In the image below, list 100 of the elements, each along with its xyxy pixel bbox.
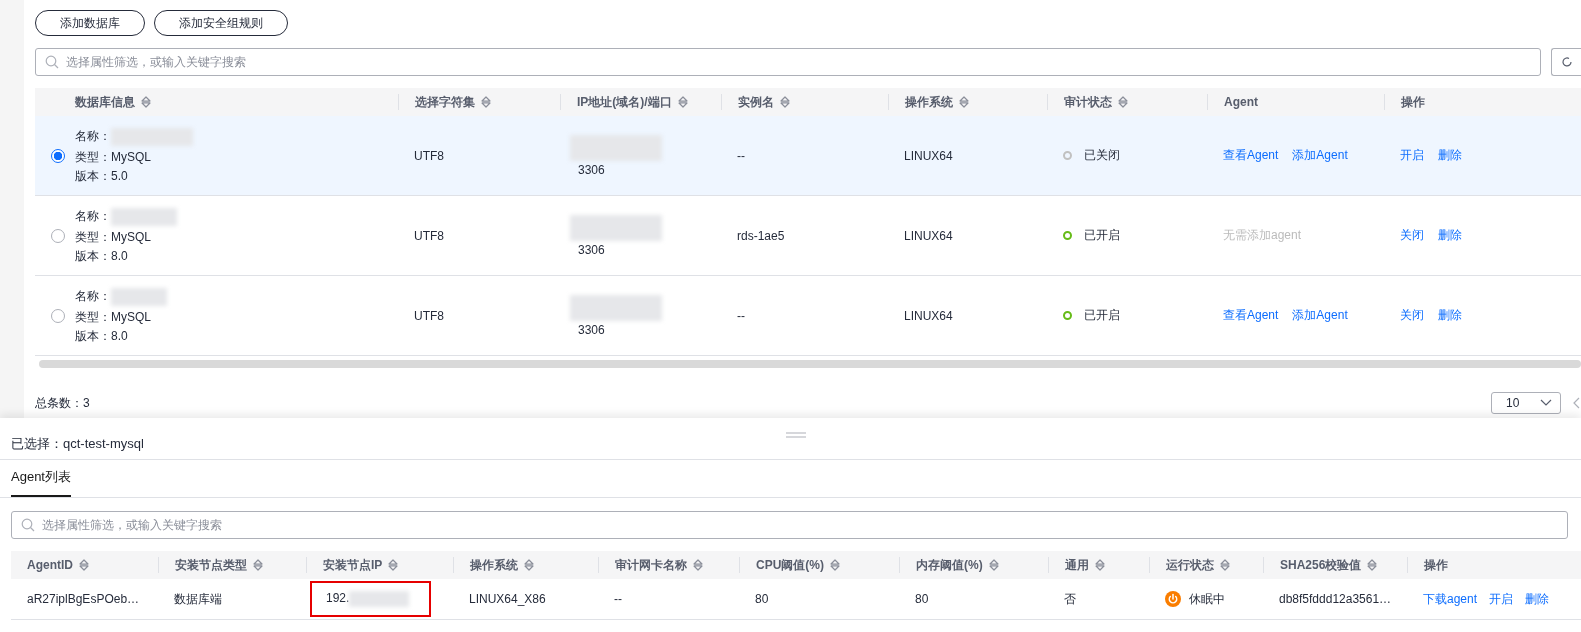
radio-button[interactable] bbox=[51, 148, 65, 163]
sort-icon[interactable] bbox=[693, 559, 703, 571]
sort-icon[interactable] bbox=[959, 96, 969, 108]
scrollbar[interactable] bbox=[39, 360, 1581, 368]
column-header: SHA256校验值 bbox=[1280, 556, 1362, 574]
chevron-left-icon[interactable] bbox=[1573, 397, 1581, 409]
instance-text: -- bbox=[737, 308, 745, 323]
action-link[interactable]: 开启 bbox=[1400, 147, 1424, 164]
charset-text: UTF8 bbox=[414, 308, 444, 323]
type-text: 类型：MySQL bbox=[75, 228, 152, 245]
total-count: 总条数：3 bbox=[35, 394, 90, 412]
column-header: Agent bbox=[1224, 95, 1258, 109]
column-header: 审计网卡名称 bbox=[615, 556, 687, 574]
port-text: 3306 bbox=[577, 242, 605, 257]
name-label: 名称： bbox=[75, 287, 398, 306]
port-text: 3306 bbox=[577, 322, 605, 337]
sort-icon[interactable] bbox=[780, 96, 790, 108]
drag-handle-icon[interactable] bbox=[786, 432, 806, 438]
audit-status-text: 已开启 bbox=[1084, 227, 1120, 244]
sort-icon[interactable] bbox=[1220, 559, 1230, 571]
chevron-down-icon bbox=[1540, 399, 1552, 407]
power-icon bbox=[1165, 591, 1181, 607]
column-header: 通用 bbox=[1065, 556, 1089, 574]
version-text: 版本：8.0 bbox=[75, 247, 129, 264]
selection-text: 已选择：qct-test-mysql bbox=[11, 435, 145, 453]
action-link[interactable]: 删除 bbox=[1525, 590, 1550, 608]
port-text: 3306 bbox=[577, 162, 605, 177]
agent-link[interactable]: 查看Agent bbox=[1223, 147, 1279, 164]
sort-icon[interactable] bbox=[988, 559, 999, 571]
name-label: 名称： bbox=[75, 207, 398, 226]
type-text: 类型：MySQL bbox=[75, 308, 152, 325]
add-button[interactable]: 添加安全组规则 bbox=[154, 10, 288, 36]
sort-icon[interactable] bbox=[253, 559, 263, 571]
column-header: 操作系统 bbox=[905, 93, 953, 111]
status-text: 休眠中 bbox=[1189, 590, 1225, 608]
nic-text: -- bbox=[614, 592, 622, 606]
action-link[interactable]: 开启 bbox=[1489, 590, 1514, 608]
search-field[interactable]: 选择属性筛选，或输入关键字搜索 bbox=[11, 511, 1568, 539]
audit-status-text: 已关闭 bbox=[1084, 147, 1120, 164]
radio-button[interactable] bbox=[51, 228, 65, 243]
column-header: 操作 bbox=[1401, 93, 1425, 111]
charset-text: UTF8 bbox=[414, 148, 444, 163]
column-header: CPU阈值(%) bbox=[756, 556, 824, 574]
version-text: 版本：5.0 bbox=[75, 167, 129, 184]
agent-link[interactable]: 查看Agent bbox=[1223, 307, 1279, 324]
action-link[interactable]: 删除 bbox=[1438, 147, 1462, 164]
refresh-button[interactable] bbox=[1551, 48, 1581, 76]
version-text: 版本：8.0 bbox=[75, 327, 129, 344]
os-text: LINUX64_X86 bbox=[469, 592, 546, 606]
column-header: IP地址(域名)/端口 bbox=[577, 93, 672, 111]
column-header: 选择字符集 bbox=[415, 93, 475, 111]
sort-icon[interactable] bbox=[1367, 559, 1378, 571]
agent-id: aR27iplBgEsPOeb… bbox=[27, 592, 140, 606]
action-link[interactable]: 关闭 bbox=[1400, 307, 1424, 324]
os-text: LINUX64 bbox=[904, 308, 953, 323]
sort-icon[interactable] bbox=[524, 559, 534, 571]
sort-icon[interactable] bbox=[141, 96, 151, 108]
agent-link[interactable]: 添加Agent bbox=[1292, 147, 1348, 164]
sort-icon[interactable] bbox=[1095, 559, 1105, 571]
action-link[interactable]: 删除 bbox=[1438, 307, 1462, 324]
audit-status-text: 已开启 bbox=[1084, 307, 1120, 324]
add-button[interactable]: 添加数据库 bbox=[35, 10, 145, 36]
memory-text: 80 bbox=[915, 592, 929, 606]
column-header: 操作系统 bbox=[470, 556, 518, 574]
charset-text: UTF8 bbox=[414, 228, 444, 243]
search-field[interactable]: 选择属性筛选，或输入关键字搜索 bbox=[35, 48, 1541, 76]
instance-text: -- bbox=[737, 148, 745, 163]
column-header: 审计状态 bbox=[1064, 93, 1112, 111]
sha256-text: db8f5fddd12a3561… bbox=[1279, 592, 1392, 606]
page-size-select[interactable]: 10 bbox=[1491, 392, 1561, 414]
node-type-text: 数据库端 bbox=[174, 590, 222, 608]
column-header: 安装节点IP bbox=[323, 556, 383, 574]
action-link[interactable]: 下载agent bbox=[1423, 590, 1478, 608]
column-header: AgentID bbox=[27, 558, 73, 572]
os-text: LINUX64 bbox=[904, 228, 953, 243]
ip-text: 192. bbox=[310, 581, 432, 617]
general-text: 否 bbox=[1064, 590, 1076, 608]
agent-link[interactable]: 添加Agent bbox=[1292, 307, 1348, 324]
name-label: 名称： bbox=[75, 127, 398, 146]
action-link[interactable]: 关闭 bbox=[1400, 227, 1424, 244]
sort-icon[interactable] bbox=[79, 559, 89, 571]
tab[interactable]: Agent列表 bbox=[11, 468, 71, 497]
column-header: 数据库信息 bbox=[75, 93, 135, 111]
column-header: 内存阈值(%) bbox=[916, 556, 983, 574]
search-icon bbox=[45, 55, 59, 69]
radio-button[interactable] bbox=[51, 308, 65, 323]
sort-icon[interactable] bbox=[481, 96, 491, 108]
column-header: 安装节点类型 bbox=[175, 556, 247, 574]
type-text: 类型：MySQL bbox=[75, 148, 152, 165]
column-header: 操作 bbox=[1424, 556, 1448, 574]
action-link[interactable]: 删除 bbox=[1438, 227, 1462, 244]
column-header: 实例名 bbox=[738, 93, 774, 111]
table-row[interactable]: 名称： 类型：MySQL 版本：5.0 UTF8 3306 -- LINUX64 已关闭 查看Agent 添加Agent 开启 删除 bbox=[35, 116, 1581, 196]
sort-icon[interactable] bbox=[830, 559, 840, 571]
column-header: 运行状态 bbox=[1166, 556, 1214, 574]
os-text: LINUX64 bbox=[904, 148, 953, 163]
sort-icon[interactable] bbox=[388, 559, 399, 571]
search-icon bbox=[21, 518, 35, 532]
sort-icon[interactable] bbox=[677, 96, 688, 108]
sort-icon[interactable] bbox=[1118, 96, 1128, 108]
